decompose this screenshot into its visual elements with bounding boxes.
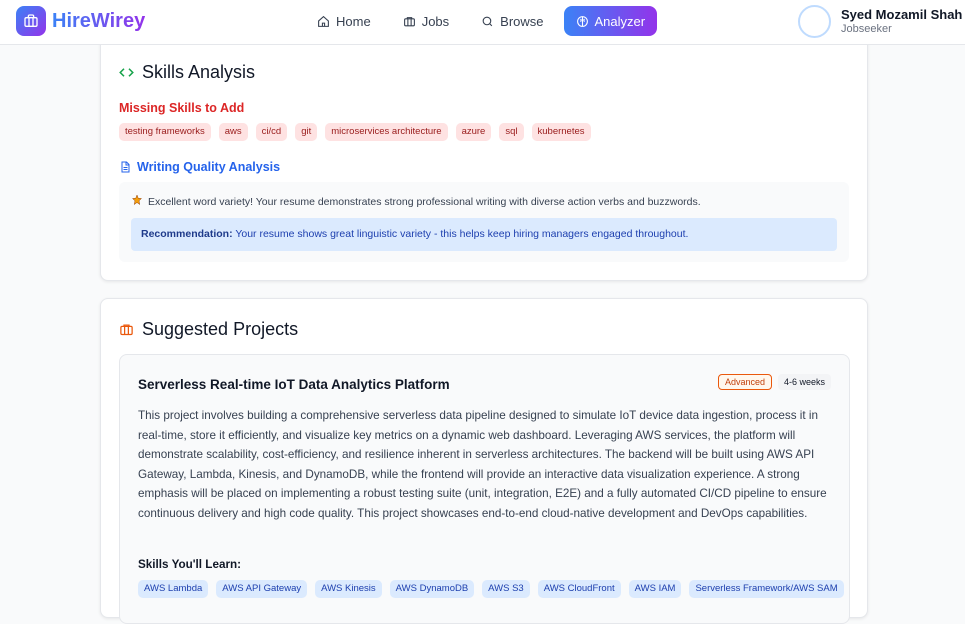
missing-skill-tag: ci/cd [255, 123, 288, 141]
skills-analysis-title: Skills Analysis [142, 62, 256, 82]
skill-tag: AWS Kinesis [315, 580, 382, 598]
nav-analyzer-label: Analyzer [594, 13, 646, 29]
project-description: This project involves building a compreh… [138, 409, 827, 520]
writing-quality-text: Excellent word variety! Your resume demo… [148, 195, 701, 208]
missing-skill-tag: testing frameworks [119, 123, 211, 141]
skills-to-learn-title: Skills You'll Learn: [138, 558, 242, 571]
main-nav: Home Jobs Browse Analyzer [305, 6, 658, 36]
project-card[interactable]: Serverless Real-time IoT Data Analytics … [119, 354, 850, 624]
missing-skills-list: testing frameworks aws ci/cd git microse… [119, 123, 591, 141]
duration-badge: 4-6 weeks [777, 374, 831, 390]
skills-analysis-card: Skills Analysis Missing Skills to Add te… [100, 35, 868, 281]
nav-home[interactable]: Home [305, 6, 383, 36]
nav-analyzer[interactable]: Analyzer [563, 6, 658, 36]
recommendation-box: Recommendation: Your resume shows great … [131, 218, 837, 251]
user-menu[interactable]: Syed Mozamil Shah Jobseeker [798, 5, 962, 38]
suggested-projects-heading: Suggested Projects [119, 319, 298, 340]
missing-skill-tag: azure [455, 123, 492, 141]
missing-skill-tag: git [295, 123, 318, 141]
suggested-projects-title: Suggested Projects [142, 319, 299, 339]
missing-skill-tag: aws [218, 123, 248, 141]
writing-quality-panel: Excellent word variety! Your resume demo… [119, 182, 849, 262]
missing-skill-tag: kubernetes [531, 123, 591, 141]
search-icon [482, 16, 493, 26]
user-role: Jobseeker [841, 23, 892, 35]
nav-jobs-label: Jobs [421, 13, 450, 29]
skills-analysis-heading: Skills Analysis [119, 62, 255, 83]
skill-tag: AWS DynamoDB [389, 580, 475, 598]
writing-quality-message: Excellent word variety! Your resume demo… [131, 194, 701, 209]
difficulty-badge: Advanced [717, 374, 772, 390]
nav-browse-label: Browse [500, 13, 544, 29]
document-icon [121, 161, 130, 173]
recommendation-text: Your resume shows great linguistic varie… [235, 228, 689, 240]
user-name: Syed Mozamil Shah [841, 7, 963, 22]
code-icon [119, 68, 134, 77]
top-navbar: HireWirey Home Jobs Browse Analyzer Syed… [0, 0, 965, 45]
missing-skill-tag: microservices architecture [325, 123, 448, 141]
skill-tag: AWS S3 [482, 580, 530, 598]
nav-home-label: Home [336, 13, 371, 29]
writing-quality-heading: Writing Quality Analysis [119, 160, 280, 174]
sparkle-icon [131, 194, 143, 209]
avatar[interactable] [798, 5, 831, 38]
skill-tag: AWS Lambda [138, 580, 209, 598]
missing-skill-tag: sql [499, 123, 524, 141]
briefcase-icon [120, 324, 133, 336]
nav-browse[interactable]: Browse [469, 6, 555, 36]
brain-icon [576, 15, 588, 27]
project-badges: Advanced 4-6 weeks [717, 374, 831, 390]
missing-skills-title: Missing Skills to Add [119, 101, 245, 115]
skill-tag: Serverless Framework/AWS SAM [689, 580, 844, 598]
briefcase-icon [403, 16, 415, 26]
skill-tag: AWS API Gateway [216, 580, 308, 598]
brand-logo[interactable]: HireWirey [16, 6, 145, 36]
skill-tag: AWS CloudFront [537, 580, 621, 598]
briefcase-logo-icon [16, 6, 46, 36]
recommendation-label: Recommendation: [141, 228, 233, 240]
nav-jobs[interactable]: Jobs [391, 6, 461, 36]
writing-quality-title: Writing Quality Analysis [137, 160, 281, 174]
brand-name: HireWirey [52, 9, 146, 32]
skill-tag: AWS IAM [628, 580, 682, 598]
home-icon [318, 15, 329, 27]
suggested-projects-card: Suggested Projects Serverless Real-time … [100, 298, 868, 624]
project-title: Serverless Real-time IoT Data Analytics … [138, 377, 450, 392]
skills-to-learn-list: AWS Lambda AWS API Gateway AWS Kinesis A… [138, 580, 844, 598]
